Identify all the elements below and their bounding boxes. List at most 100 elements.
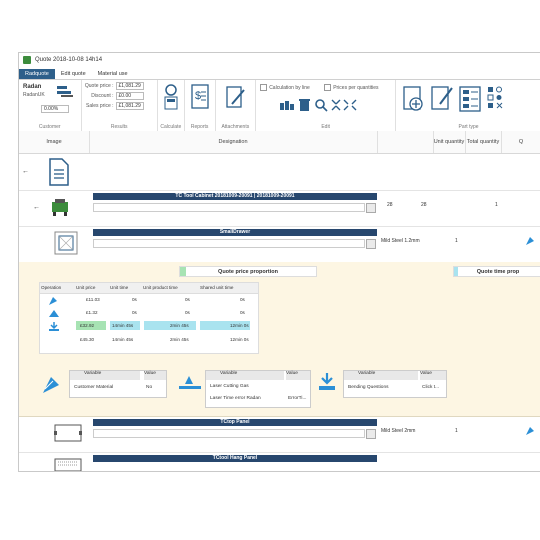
table-row[interactable]: TCtool Hang Panel [19,452,540,471]
col-image[interactable]: Image [19,131,90,153]
bend-op-icon [49,310,59,317]
op-total-ptime: 2min 45s [170,337,189,342]
op3-ptime: 2min 45s [170,323,189,328]
document-icon [49,158,69,186]
col-designation[interactable]: Designation [89,131,378,153]
table-row[interactable]: TCtop Panel Mild Steel 2mm 1 [19,416,540,453]
customer-name: Radan [23,84,42,90]
calculate-label: Calculate [160,124,182,130]
variables-table: Variable Value Customer Material No [69,370,167,398]
collapse-icon[interactable] [331,99,341,111]
part-type-group: Part type [396,80,540,132]
customer-icon[interactable] [57,84,75,98]
attachment-icon[interactable] [225,84,246,110]
calculate-icon[interactable] [163,84,179,110]
var-value[interactable]: No [146,385,152,390]
op1-ptime: 0s [185,297,190,302]
collapse-arrow-icon[interactable]: ← [22,168,29,175]
assembly-thumbnail-icon [52,199,68,216]
drawer-thumbnail-icon [54,231,78,255]
op-total-price: £45.30 [80,337,95,342]
laser-cut-icon [526,237,534,245]
variables-table: Variable Value Laser Cutting Gas Laser T… [205,370,311,408]
expand-icon[interactable] [343,99,357,111]
expand-arrow-icon[interactable]: ← [33,204,40,211]
reports-icon[interactable]: $ [191,84,209,110]
edit-tools [280,99,357,112]
assembly-edit-icon[interactable] [366,203,376,213]
part-type-label: Part type [458,124,479,130]
part-type-icons [403,86,503,112]
part1-note-input[interactable] [93,239,365,248]
calculate-group[interactable]: Calculate [158,80,185,132]
tab-edit-quote[interactable]: Edit quote [55,69,92,79]
bending-icon [179,376,201,389]
part1-edit-icon[interactable] [366,239,376,249]
app-icon [23,56,31,64]
tab-radquote[interactable]: Radquote [19,69,55,79]
edit-part-icon[interactable] [431,86,453,110]
part3-title: TCtool Hang Panel [93,455,377,462]
col-unit-quantity[interactable]: Unit quantity [433,131,466,153]
time-proportion-fill [454,267,458,276]
hang-panel-thumbnail-icon [54,458,82,471]
part2-note-input[interactable] [93,429,365,438]
part2-edit-icon[interactable] [366,429,376,439]
table-row[interactable]: ← [19,154,540,191]
assembly-unit-qty: 28 [387,202,393,208]
new-part-icon[interactable] [403,86,423,111]
ribbon: Radan RadanUK 0.00% Customer Quote price… [19,80,540,133]
reports-group[interactable]: $ Reports [185,80,216,132]
search-icon[interactable] [315,99,328,112]
calc-by-line-label: Calculation by line [269,84,310,91]
var-col-variable: Variable [344,371,418,380]
quote-window: Quote 2018-10-08 14h14 Radquote Edit quo… [18,52,540,472]
part2-title: TCtop Panel [93,419,377,426]
calc-by-line-checkbox[interactable] [260,84,268,91]
quote-price-field[interactable]: £1,081.29 [115,82,144,90]
var-name: Customer Material [74,385,114,390]
list-part-icon[interactable] [459,86,481,112]
prices-per-qty-checkbox[interactable] [324,84,332,91]
part2-material: Mild Steel 2mm [381,428,416,434]
op3-time: 14min 45s [112,323,134,328]
attachments-group[interactable]: Attachments [216,80,257,132]
merge-icon[interactable] [280,101,295,110]
assembly-note-input[interactable] [93,203,365,212]
tab-material-use[interactable]: Material use [92,69,134,79]
col-total-quantity[interactable]: Total quantity [465,131,502,153]
svg-text:$: $ [195,90,201,102]
operations-icon[interactable] [487,86,503,109]
op2-stime: 0s [240,310,245,315]
var-value[interactable]: Click t... [422,385,439,390]
sales-price-row: Sales price : £1,081.29 [84,102,155,110]
prices-per-qty-label: Prices per quantities [333,84,379,91]
discount-row: Discount : £0.00 [84,92,155,100]
table-row[interactable]: SmallDrawer Mild Steel 1.2mm 1 [19,226,540,263]
var-col-variable: Variable [70,371,140,380]
op2-ptime: 0s [185,310,190,315]
assembly-total-qty: 28 [421,202,427,208]
assembly-col-value: 1 [495,202,498,208]
title-bar: Quote 2018-10-08 14h14 [19,53,540,67]
op2-time: 0s [132,310,137,315]
delete-icon[interactable] [299,99,311,111]
var-col-value: Value [420,371,446,380]
table-row[interactable]: ← TC Tool Cabinet 20181009-20091 | 20181… [19,190,540,227]
var-value[interactable]: ErrorTi... [288,396,306,401]
percent-field[interactable]: 0.00% [41,105,69,113]
operations-grid: Operation Unit price Unit time Unit prod… [39,282,259,354]
var-col-value: Value [286,371,310,380]
attachments-label: Attachments [221,124,250,130]
part-details-panel: Quote price proportion Quote time prop O… [19,262,540,417]
prices-per-qty-option[interactable]: Prices per quantities [324,84,379,91]
col-more[interactable]: Q [501,131,540,153]
calc-by-line-option[interactable]: Calculation by line [260,84,310,91]
op1-time: 0s [132,297,137,302]
discount-field[interactable]: £0.00 [115,92,144,100]
sales-price-field[interactable]: £1,081.29 [115,102,144,110]
discount-label: Discount : [91,93,114,99]
sales-price-label: Sales price : [86,103,114,109]
op-col-shared-unit-time: Shared unit time [200,285,234,290]
laser-op-icon [49,297,57,305]
